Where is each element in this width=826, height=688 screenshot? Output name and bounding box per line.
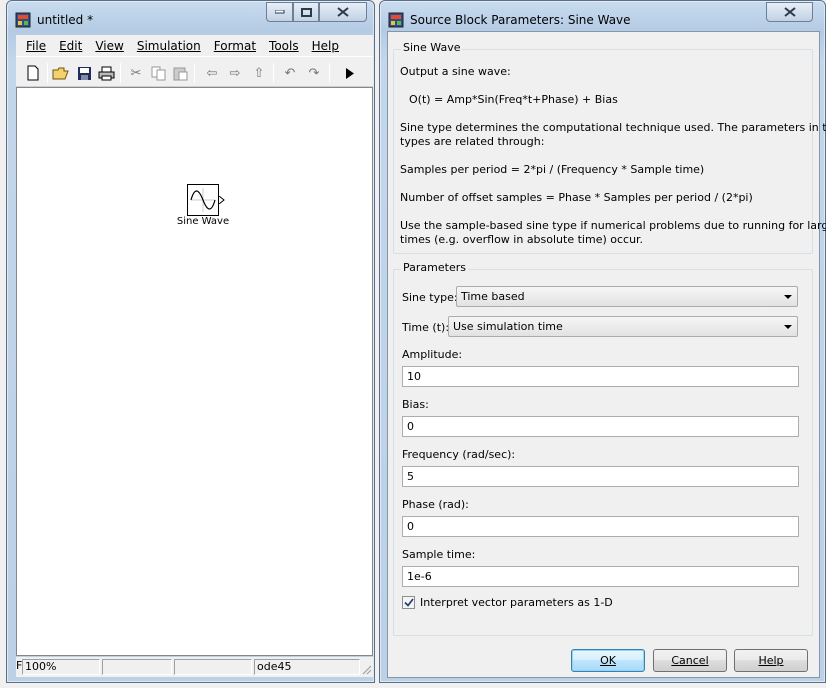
sine-type-value: Time based bbox=[461, 290, 525, 303]
menu-bar: File Edit View Simulation Format Tools H… bbox=[16, 35, 373, 56]
menu-tools[interactable]: Tools bbox=[263, 39, 306, 53]
cut-icon[interactable]: ✂ bbox=[127, 64, 145, 82]
maximize-button[interactable] bbox=[293, 2, 319, 22]
menu-format[interactable]: Format bbox=[208, 39, 263, 53]
sine-wave-block[interactable] bbox=[187, 184, 225, 216]
menu-view[interactable]: View bbox=[89, 39, 130, 53]
run-simulation-icon[interactable] bbox=[341, 64, 359, 82]
description-line: times (e.g. overflow in absolute time) o… bbox=[400, 233, 644, 246]
model-window-title: untitled * bbox=[37, 13, 94, 27]
time-select[interactable]: Use simulation time bbox=[448, 316, 798, 337]
frequency-label: Frequency (rad/sec): bbox=[402, 448, 516, 461]
menu-simulation[interactable]: Simulation bbox=[131, 39, 208, 53]
close-icon bbox=[337, 7, 349, 17]
new-model-icon[interactable] bbox=[24, 64, 42, 82]
group-title: Sine Wave bbox=[401, 41, 463, 54]
toolbar-separator bbox=[47, 63, 48, 83]
model-window: untitled * File Edit View Simulation For… bbox=[6, 0, 375, 683]
minimize-icon bbox=[274, 10, 284, 14]
ok-button-label: OK bbox=[600, 654, 616, 667]
menu-file-label: File bbox=[26, 38, 47, 53]
description-line: Samples per period = 2*pi / (Frequency *… bbox=[400, 163, 705, 176]
output-port-arrow-icon bbox=[219, 196, 225, 204]
forward-arrow-icon[interactable]: ⇨ bbox=[226, 64, 244, 82]
menu-file[interactable]: File bbox=[20, 39, 53, 53]
print-icon[interactable] bbox=[97, 64, 115, 82]
chevron-down-icon bbox=[784, 295, 792, 299]
simulink-app-icon bbox=[388, 12, 404, 28]
ok-button[interactable]: OK bbox=[571, 649, 645, 672]
maximize-icon bbox=[300, 7, 312, 17]
block-parameters-dialog: Source Block Parameters: Sine Wave Sine … bbox=[379, 0, 826, 683]
status-cell-2 bbox=[102, 659, 172, 675]
paste-icon[interactable] bbox=[171, 64, 189, 82]
frequency-field[interactable]: 5 bbox=[402, 466, 799, 487]
menu-edit[interactable]: Edit bbox=[53, 39, 89, 53]
simulink-app-icon bbox=[15, 12, 31, 28]
sine-wave-block-label: Sine Wave bbox=[176, 216, 230, 227]
description-formula: O(t) = Amp*Sin(Freq*t+Phase) + Bias bbox=[409, 93, 618, 106]
open-folder-icon[interactable] bbox=[52, 64, 70, 82]
copy-icon[interactable] bbox=[149, 64, 167, 82]
close-icon bbox=[783, 7, 796, 17]
status-zoom: 100% bbox=[22, 659, 100, 675]
interpret-vector-label: Interpret vector parameters as 1-D bbox=[420, 596, 613, 609]
up-arrow-icon[interactable]: ⇧ bbox=[250, 64, 268, 82]
redo-icon[interactable]: ↷ bbox=[305, 64, 323, 82]
sine-type-label: Sine type: bbox=[402, 291, 458, 304]
description-line: types are related through: bbox=[400, 135, 545, 148]
model-titlebar[interactable]: untitled * bbox=[7, 1, 374, 31]
menu-format-label: Format bbox=[213, 38, 257, 53]
model-canvas[interactable]: Sine Wave bbox=[16, 87, 373, 656]
menu-tools-label: Tools bbox=[269, 38, 299, 53]
menu-help-label: Help bbox=[311, 38, 339, 53]
checkmark-icon bbox=[403, 598, 414, 607]
menu-edit-label: Edit bbox=[59, 38, 83, 53]
time-value: Use simulation time bbox=[453, 320, 563, 333]
minimize-button[interactable] bbox=[266, 2, 293, 22]
bias-field[interactable]: 0 bbox=[402, 416, 799, 437]
status-cell-3 bbox=[174, 659, 252, 675]
sine-wave-block-icon bbox=[190, 188, 216, 212]
phase-field[interactable]: 0 bbox=[402, 516, 799, 537]
menu-simulation-label: Simulation bbox=[136, 38, 201, 53]
close-button[interactable] bbox=[319, 2, 367, 22]
sample-time-label: Sample time: bbox=[402, 548, 476, 561]
back-arrow-icon[interactable]: ⇦ bbox=[203, 64, 221, 82]
cancel-button-label: Cancel bbox=[671, 654, 709, 667]
status-bar: F 100% ode45 bbox=[16, 657, 373, 677]
description-line: Use the sample-based sine type if numeri… bbox=[400, 219, 826, 232]
description-line: Number of offset samples = Phase * Sampl… bbox=[400, 191, 753, 204]
dialog-titlebar[interactable]: Source Block Parameters: Sine Wave bbox=[380, 1, 825, 31]
toolbar: ✂ ⇦ ⇨ ⇧ ↶ ↷ bbox=[16, 56, 373, 87]
group-title: Parameters bbox=[401, 261, 468, 274]
dialog-close-button[interactable] bbox=[766, 2, 813, 22]
resize-grip-icon[interactable] bbox=[361, 664, 372, 675]
phase-label: Phase (rad): bbox=[402, 498, 469, 511]
sample-time-field[interactable]: 1e-6 bbox=[402, 566, 799, 587]
menu-help[interactable]: Help bbox=[306, 39, 346, 53]
time-label: Time (t): bbox=[402, 321, 450, 334]
sine-type-select[interactable]: Time based bbox=[456, 286, 798, 307]
dialog-title: Source Block Parameters: Sine Wave bbox=[410, 13, 631, 27]
help-button[interactable]: Help bbox=[734, 649, 808, 672]
menu-view-label: View bbox=[95, 38, 124, 53]
interpret-vector-checkbox[interactable] bbox=[402, 596, 415, 609]
description-line: Sine type determines the computational t… bbox=[400, 121, 826, 134]
status-solver: ode45 bbox=[254, 659, 360, 675]
toolbar-separator bbox=[194, 63, 195, 83]
bias-label: Bias: bbox=[402, 398, 429, 411]
toolbar-separator bbox=[329, 63, 330, 83]
toolbar-separator bbox=[120, 63, 121, 83]
cancel-button[interactable]: Cancel bbox=[653, 649, 727, 672]
save-icon[interactable] bbox=[75, 64, 93, 82]
chevron-down-icon bbox=[784, 325, 792, 329]
undo-icon[interactable]: ↶ bbox=[281, 64, 299, 82]
amplitude-label: Amplitude: bbox=[402, 348, 463, 361]
dialog-body: Sine Wave Output a sine wave: O(t) = Amp… bbox=[387, 31, 826, 678]
description-line: Output a sine wave: bbox=[400, 65, 511, 78]
amplitude-field[interactable]: 10 bbox=[402, 366, 799, 387]
help-button-label: Help bbox=[758, 654, 784, 667]
toolbar-separator bbox=[273, 63, 274, 83]
